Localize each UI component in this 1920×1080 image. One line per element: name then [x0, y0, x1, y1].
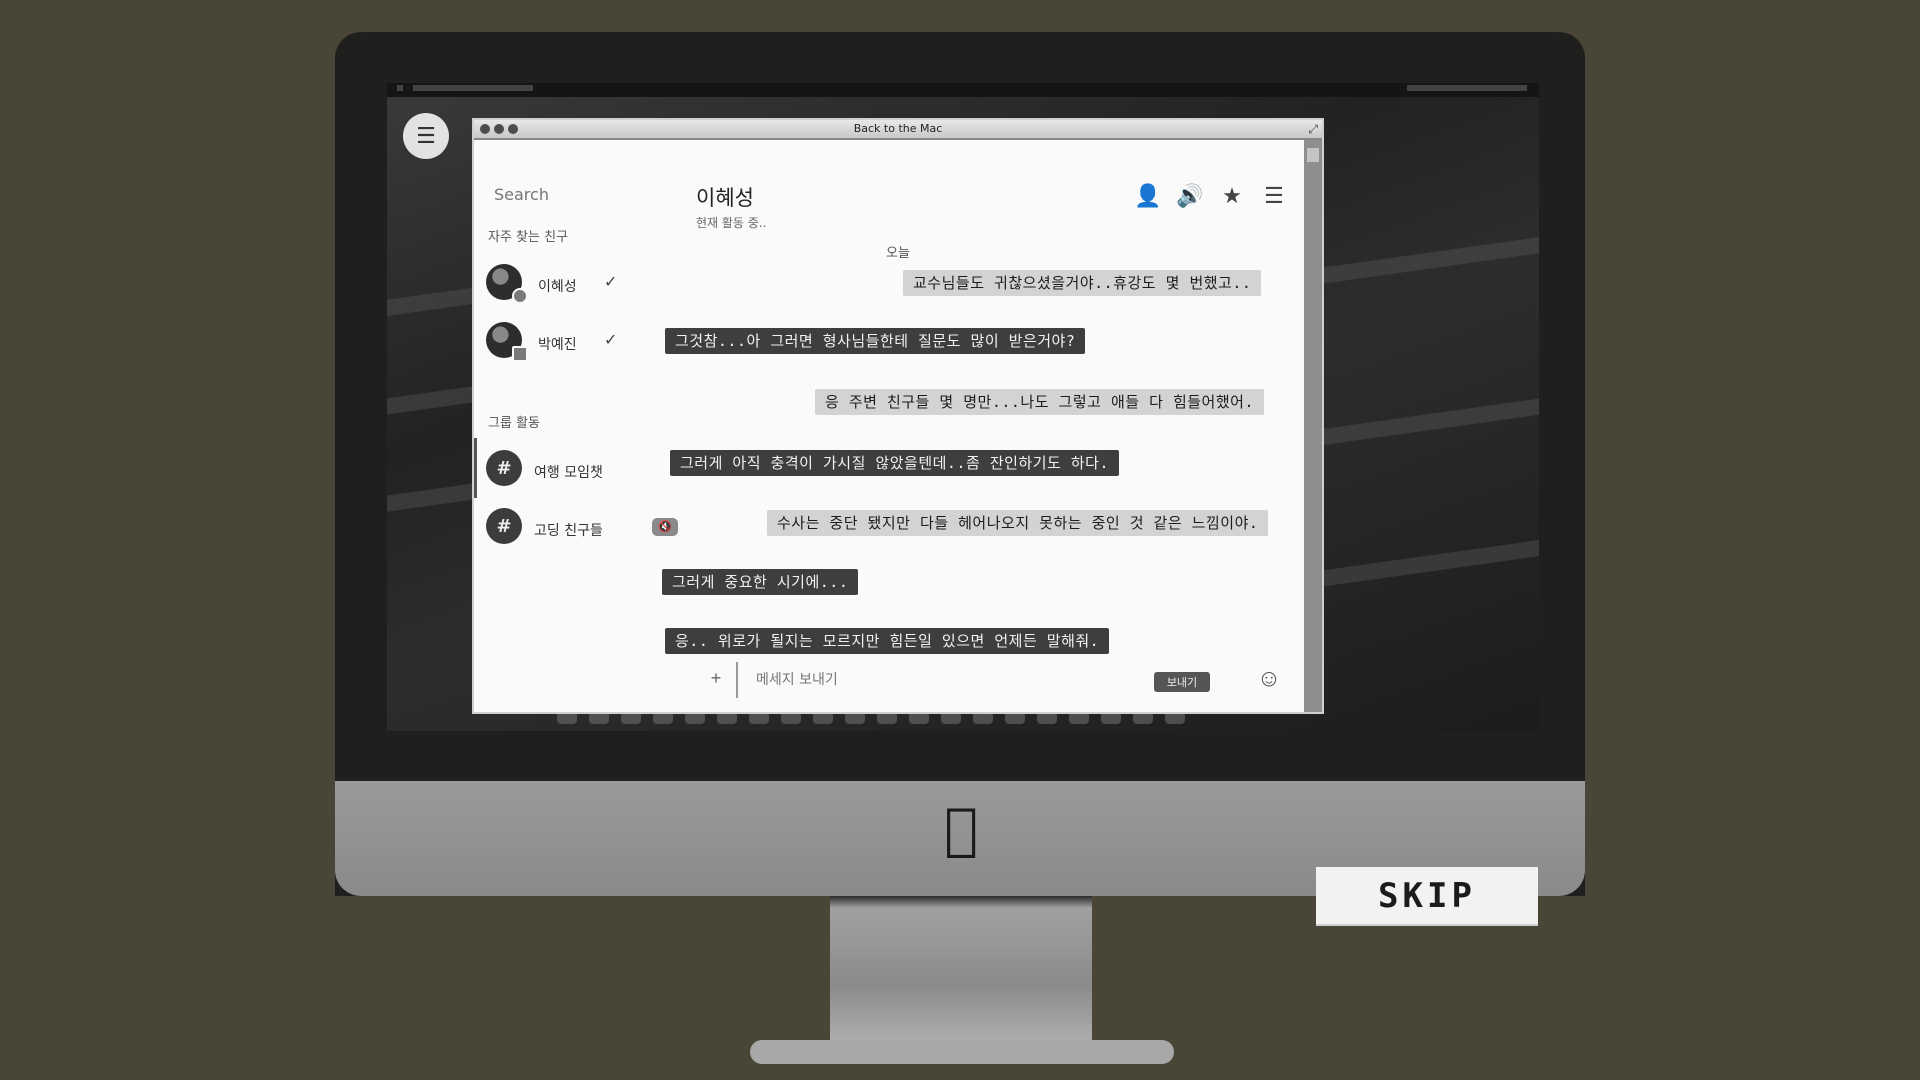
title-bar[interactable]: Back to the Mac ⤢ — [474, 120, 1322, 140]
message-bubble-outgoing: 응 주변 친구들 몇 명만...나도 그렇고 애들 다 힘들어했어. — [815, 389, 1264, 415]
menu-bar-items — [413, 85, 533, 91]
wallpaper-streak — [1307, 533, 1539, 589]
group-name: 여행 모임챗 — [534, 465, 603, 481]
chat-status: 현재 활동 중.. — [696, 216, 767, 230]
menu-bar-apple-icon — [397, 85, 403, 91]
monitor-stand-base — [750, 1040, 1174, 1064]
window-title: Back to the Mac — [853, 122, 943, 135]
emoji-icon[interactable]: ☺ — [1254, 664, 1284, 694]
message-bubble-incoming: 그것참...아 그러면 형사님들한테 질문도 많이 받은거야? — [665, 328, 1086, 354]
scrollbar-thumb[interactable] — [1307, 148, 1319, 162]
scrollbar[interactable] — [1304, 140, 1322, 712]
group-item[interactable]: # 고딩 친구들 🔇 — [486, 504, 678, 548]
hash-icon: # — [486, 508, 522, 544]
check-icon: ✓ — [604, 272, 618, 291]
profile-icon[interactable]: 👤 — [1134, 182, 1162, 210]
apple-logo-icon:  — [936, 800, 986, 860]
fullscreen-icon[interactable]: ⤢ — [1308, 122, 1318, 137]
chat-app-logo-icon[interactable]: ☰ — [403, 113, 449, 159]
online-status-icon — [512, 288, 528, 304]
speaker-icon[interactable]: 🔊 — [1176, 182, 1204, 210]
star-icon[interactable]: ★ — [1218, 182, 1246, 210]
menu-icon[interactable]: ☰ — [1260, 182, 1288, 210]
monitor-stand — [830, 896, 1092, 1046]
group-name: 고딩 친구들 — [534, 523, 603, 539]
message-input[interactable] — [754, 668, 1098, 692]
menu-bar-status — [1407, 85, 1527, 91]
send-button[interactable]: 보내기 — [1154, 672, 1210, 692]
friend-name: 이혜성 — [538, 279, 577, 295]
chat-partner-name: 이혜성 — [696, 186, 754, 210]
chat-window: Back to the Mac ⤢ 자주 찾는 친구 이혜성 ✓ 박예진 ✓ 그… — [474, 120, 1322, 712]
status-icon — [512, 346, 528, 362]
message-bubble-outgoing: 교수님들도 귀찮으셨을거야..휴강도 몇 번했고.. — [903, 270, 1262, 296]
friend-item[interactable]: 박예진 ✓ — [486, 318, 656, 362]
composer-divider — [736, 662, 738, 698]
mute-icon[interactable]: 🔇 — [652, 518, 678, 536]
friend-item[interactable]: 이혜성 ✓ — [486, 260, 656, 304]
skip-button[interactable]: SKIP — [1316, 867, 1538, 924]
hash-icon: # — [486, 450, 522, 486]
friend-name: 박예진 — [538, 337, 577, 353]
wallpaper-streak — [1287, 392, 1539, 450]
groups-section-label: 그룹 활동 — [488, 416, 540, 431]
search-input[interactable] — [492, 182, 646, 206]
check-icon: ✓ — [604, 330, 618, 349]
message-bubble-outgoing: 수사는 중단 됐지만 다들 헤어나오지 못하는 중인 것 같은 느낌이야. — [767, 510, 1269, 536]
message-bubble-incoming: 그러게 중요한 시기에... — [662, 569, 859, 595]
date-divider: 오늘 — [886, 246, 910, 261]
message-bubble-incoming: 그러게 아직 충격이 가시질 않았을텐데..좀 잔인하기도 하다. — [670, 450, 1119, 476]
message-bubble-incoming: 응.. 위로가 될지는 모르지만 힘든일 있으면 언제든 말해줘. — [665, 628, 1110, 654]
active-indicator — [474, 438, 477, 498]
attach-plus-button[interactable]: + — [704, 666, 728, 690]
menu-bar — [387, 83, 1539, 97]
group-item[interactable]: # 여행 모임챗 — [474, 438, 656, 498]
